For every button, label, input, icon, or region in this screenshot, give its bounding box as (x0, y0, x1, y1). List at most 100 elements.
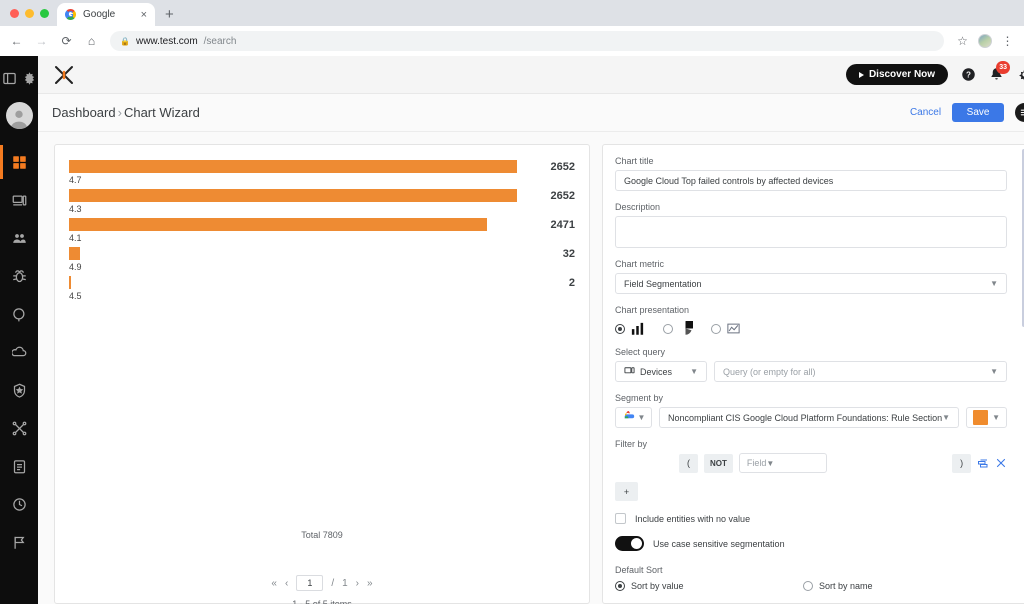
chart-title-input[interactable]: Google Cloud Top failed controls by affe… (615, 170, 1008, 191)
sidebar-item-network[interactable] (0, 409, 38, 447)
include-no-value-label: Include entities with no value (635, 513, 751, 524)
bar-item[interactable]: 4.7 2652 (69, 160, 575, 189)
add-filter-button[interactable]: + (615, 482, 638, 501)
bar-category-label: 4.9 (69, 262, 82, 272)
chart-presentation-field: Chart presentation (615, 305, 1007, 336)
wizard-content: 4.7 2652 4.3 2652 4.1 2471 4.9 32 4.5 2 … (38, 132, 1024, 604)
close-icon[interactable] (995, 457, 1007, 469)
tab-title: Google (83, 9, 116, 20)
radio-indicator (803, 581, 813, 591)
devices-icon (0, 186, 38, 214)
presentation-option-bar[interactable] (615, 321, 645, 336)
bar-item[interactable]: 4.9 32 (69, 247, 575, 276)
sidebar-item-search[interactable] (0, 295, 38, 333)
bar-item[interactable]: 4.5 2 (69, 276, 575, 305)
sort-by-name-option[interactable]: Sort by name (803, 581, 873, 591)
dashboard-icon (0, 148, 38, 176)
settings-gear-icon[interactable] (20, 64, 38, 92)
bar-category-label: 4.1 (69, 233, 82, 243)
sidebar-item-history[interactable] (0, 485, 38, 523)
sidebar-item-security[interactable] (0, 371, 38, 409)
filter-field-select[interactable]: Field ▼ (738, 453, 827, 473)
sidebar-item-users[interactable] (0, 219, 38, 257)
address-bar[interactable]: 🔒 www.test.com/search (110, 31, 944, 51)
collapse-panel-icon[interactable] (0, 64, 18, 92)
query-entity-select[interactable]: Devices ▼ (615, 361, 707, 382)
reload-icon[interactable]: ⟳ (60, 34, 73, 48)
x-logo (52, 63, 76, 87)
sidebar-item-vulnerabilities[interactable] (0, 257, 38, 295)
breadcrumb-root[interactable]: Dashboard (52, 105, 116, 120)
user-avatar[interactable] (5, 102, 33, 129)
profile-avatar[interactable] (978, 34, 992, 48)
browser-menu-icon[interactable]: ⋮ (1001, 34, 1014, 48)
url-path: /search (203, 35, 237, 47)
list-menu-icon[interactable] (1015, 103, 1024, 122)
description-textarea[interactable] (615, 216, 1008, 248)
cancel-button[interactable]: Cancel (910, 107, 941, 118)
home-icon[interactable]: ⌂ (85, 34, 98, 48)
bar-fill (69, 218, 487, 231)
description-field: Description (615, 202, 1008, 248)
close-window-button[interactable] (10, 8, 19, 18)
bar-item[interactable]: 4.3 2652 (69, 189, 575, 218)
case-sensitive-toggle[interactable] (615, 536, 644, 551)
sort-by-value-option[interactable]: Sort by value (615, 581, 803, 591)
include-no-value-checkbox[interactable] (615, 513, 626, 524)
search-icon (0, 300, 38, 328)
url-domain: www.test.com (135, 35, 198, 47)
new-tab-button[interactable]: + (165, 6, 174, 23)
back-icon[interactable]: ← (10, 34, 23, 48)
prev-page-icon[interactable]: ‹ (285, 578, 288, 589)
item-count-label: 1 - 5 of 5 items (292, 599, 352, 604)
open-paren-button[interactable]: ( (679, 453, 698, 473)
page-number-input[interactable]: 1 (296, 575, 324, 591)
flag-icon (0, 528, 38, 556)
bar-item[interactable]: 4.1 2471 (69, 218, 575, 247)
users-icon (0, 224, 38, 252)
gear-icon[interactable] (1017, 67, 1024, 82)
segment-color-picker[interactable]: ▼ (966, 407, 1008, 428)
chevron-down-icon: ▼ (992, 413, 1001, 422)
include-no-value-row[interactable]: Include entities with no value (615, 513, 1007, 524)
query-placeholder: Query (or empty for all) (723, 366, 816, 377)
bookmark-star-icon[interactable]: ☆ (956, 34, 969, 48)
forward-icon[interactable]: → (35, 34, 48, 48)
bar-value-label: 2652 (550, 190, 575, 202)
maximize-window-button[interactable] (40, 8, 49, 18)
chevron-down-icon: ▼ (942, 413, 951, 422)
segment-source-select[interactable]: ▼ (615, 407, 652, 428)
browser-tab[interactable]: Google × (57, 3, 155, 26)
last-page-icon[interactable]: » (367, 578, 373, 589)
close-paren-button[interactable]: ) (952, 453, 972, 473)
app-topbar: Discover Now ? 33 (38, 56, 1024, 94)
query-input[interactable]: Query (or empty for all) ▼ (714, 361, 1008, 382)
not-toggle-button[interactable]: NOT (704, 453, 733, 473)
next-page-icon[interactable]: › (356, 578, 359, 589)
presentation-option-pie[interactable] (663, 321, 693, 336)
sidebar-item-dashboard[interactable] (0, 143, 38, 181)
case-sensitive-row[interactable]: Use case sensitive segmentation (615, 536, 1007, 551)
sidebar-item-devices[interactable] (0, 181, 38, 219)
query-entity-value: Devices (640, 366, 673, 377)
radio-indicator (615, 323, 625, 334)
sidebar-item-cloud[interactable] (0, 333, 38, 371)
segment-field-select[interactable]: Noncompliant CIS Google Cloud Platform F… (659, 407, 960, 428)
minimize-window-button[interactable] (25, 8, 34, 18)
close-tab-icon[interactable]: × (141, 9, 147, 21)
presentation-option-line[interactable] (711, 321, 741, 336)
bell-icon[interactable]: 33 (989, 61, 1011, 82)
chevron-down-icon: ▼ (990, 367, 999, 376)
sidebar-item-flagged[interactable] (0, 523, 38, 561)
window-traffic-lights (8, 0, 57, 26)
save-button[interactable]: Save (952, 103, 1005, 122)
chevron-down-icon: ▼ (990, 279, 999, 288)
sidebar-item-reports[interactable] (0, 447, 38, 485)
discover-now-button[interactable]: Discover Now (845, 64, 949, 85)
bar-category-label: 4.5 (69, 291, 82, 301)
first-page-icon[interactable]: « (271, 578, 277, 589)
chart-metric-select[interactable]: Field Segmentation ▼ (615, 273, 1008, 294)
help-icon[interactable]: ? (961, 67, 976, 82)
filter-by-label: Filter by (615, 439, 648, 449)
duplicate-icon[interactable] (977, 457, 989, 469)
